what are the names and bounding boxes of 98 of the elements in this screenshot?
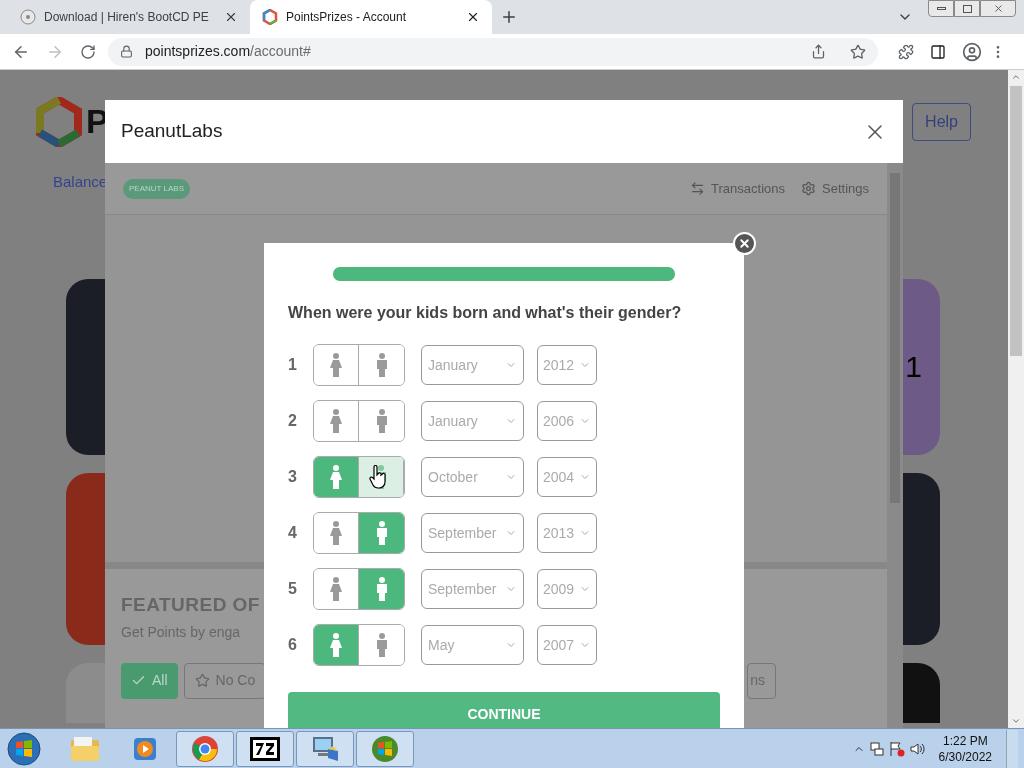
network-icon[interactable] — [868, 740, 885, 757]
card-text: 1 — [905, 349, 922, 385]
close-icon — [992, 3, 1004, 14]
show-desktop-button[interactable] — [1006, 729, 1018, 768]
clock[interactable]: 1:22 PM 6/30/2022 — [928, 732, 1002, 765]
tab-title: PointsPrizes - Account — [286, 9, 408, 26]
month-select[interactable]: January — [421, 401, 524, 441]
boy-icon — [375, 633, 388, 657]
archive-icon — [250, 736, 280, 761]
browser-tab[interactable]: Download | Hiren's BootCD PE — [8, 0, 250, 34]
close-icon[interactable] — [224, 10, 238, 24]
dialog-title: PeanutLabs — [121, 119, 223, 144]
gender-toggle[interactable] — [313, 512, 405, 554]
month-select[interactable]: May — [421, 625, 524, 665]
girl-icon — [330, 633, 342, 657]
profile-icon[interactable] — [962, 41, 982, 62]
restore-icon — [962, 4, 972, 13]
girl-icon — [330, 465, 342, 489]
url-text: pointsprizes.com/account# — [145, 42, 312, 61]
row-number: 5 — [288, 579, 298, 599]
close-icon[interactable] — [466, 10, 480, 24]
taskbar-button[interactable] — [236, 730, 294, 767]
row-number: 1 — [288, 355, 298, 375]
year-select[interactable]: 2013 — [537, 513, 597, 553]
browser-tab[interactable]: PointsPrizes - Account — [250, 0, 492, 34]
scrollbar[interactable] — [1008, 70, 1024, 728]
brand-badge: PEANUT LABS — [123, 178, 190, 199]
disc-icon — [20, 9, 36, 25]
year-select[interactable]: 2009 — [537, 569, 597, 609]
flag-icon[interactable] — [888, 740, 905, 757]
windows-orb-icon — [371, 734, 399, 763]
girl-icon — [330, 521, 342, 545]
girl-option[interactable] — [314, 345, 359, 385]
row-number: 2 — [288, 411, 298, 431]
gender-toggle[interactable] — [313, 568, 405, 610]
lock-icon — [120, 45, 133, 58]
gender-toggle[interactable] — [313, 456, 405, 498]
boy-icon — [375, 409, 388, 433]
boy-icon — [375, 577, 388, 601]
continue-button[interactable]: CONTINUE — [288, 692, 720, 728]
start-button-icon[interactable] — [6, 730, 42, 767]
tab-title: Download | Hiren's BootCD PE — [44, 9, 210, 26]
share-icon[interactable] — [811, 44, 826, 59]
year-select[interactable]: 2006 — [537, 401, 597, 441]
gender-toggle[interactable] — [313, 624, 405, 666]
month-select[interactable]: September — [421, 513, 524, 553]
girl-icon — [330, 353, 342, 377]
computer-icon — [310, 734, 340, 763]
girl-option[interactable] — [314, 513, 359, 553]
girl-icon — [330, 409, 342, 433]
month-select[interactable]: September — [421, 569, 524, 609]
row-number: 3 — [288, 467, 298, 487]
help-button[interactable]: Help — [912, 102, 971, 141]
speaker-icon[interactable] — [908, 740, 925, 757]
new-tab-icon[interactable] — [500, 8, 518, 26]
month-select[interactable]: January — [421, 345, 524, 385]
girl-option[interactable] — [314, 401, 359, 441]
minimize-icon — [936, 7, 946, 10]
close-window-button[interactable] — [980, 0, 1016, 17]
folder-icon — [70, 735, 100, 762]
media-player-icon — [132, 735, 158, 762]
date-text: 6/30/2022 — [938, 748, 992, 765]
boy-icon — [375, 353, 388, 377]
hexagon-logo-icon — [36, 96, 82, 147]
boy-icon — [375, 521, 388, 545]
filter-button[interactable]: All — [121, 662, 178, 699]
gender-toggle[interactable] — [313, 344, 405, 386]
nav-link[interactable]: Settings — [801, 178, 869, 199]
nav-link[interactable]: Transactions — [690, 178, 785, 199]
extensions-icon[interactable] — [898, 43, 914, 60]
transfer-icon — [690, 181, 706, 196]
pointer-hand-icon — [369, 465, 387, 489]
girl-option[interactable] — [314, 569, 359, 609]
month-select[interactable]: October — [421, 457, 524, 497]
girl-option[interactable] — [314, 625, 359, 665]
hexagon-logo-icon — [262, 9, 278, 25]
minimize-button[interactable] — [928, 0, 954, 17]
bookmark-star-icon[interactable] — [850, 43, 866, 60]
gender-toggle[interactable] — [313, 400, 405, 442]
restore-button[interactable] — [954, 0, 980, 17]
year-select[interactable]: 2004 — [537, 457, 597, 497]
close-icon — [738, 237, 751, 250]
side-panel-icon[interactable] — [930, 43, 946, 60]
time-text: 1:22 PM — [942, 732, 988, 749]
year-select[interactable]: 2012 — [537, 345, 597, 385]
scrollbar[interactable] — [887, 163, 903, 728]
address-bar[interactable]: pointsprizes.com/account# — [108, 37, 878, 66]
year-select[interactable]: 2007 — [537, 625, 597, 665]
settings-icon — [801, 181, 816, 196]
reload-icon[interactable] — [80, 43, 96, 60]
girl-icon — [330, 577, 342, 601]
star-icon — [194, 673, 210, 688]
scroll-up-icon[interactable] — [1011, 72, 1021, 82]
scroll-down-icon[interactable] — [1011, 716, 1021, 726]
row-number: 4 — [288, 523, 298, 543]
row-number: 6 — [288, 635, 298, 655]
chrome-icon — [191, 734, 219, 763]
question-text: When were your kids born and what's their gender? — [288, 303, 683, 323]
